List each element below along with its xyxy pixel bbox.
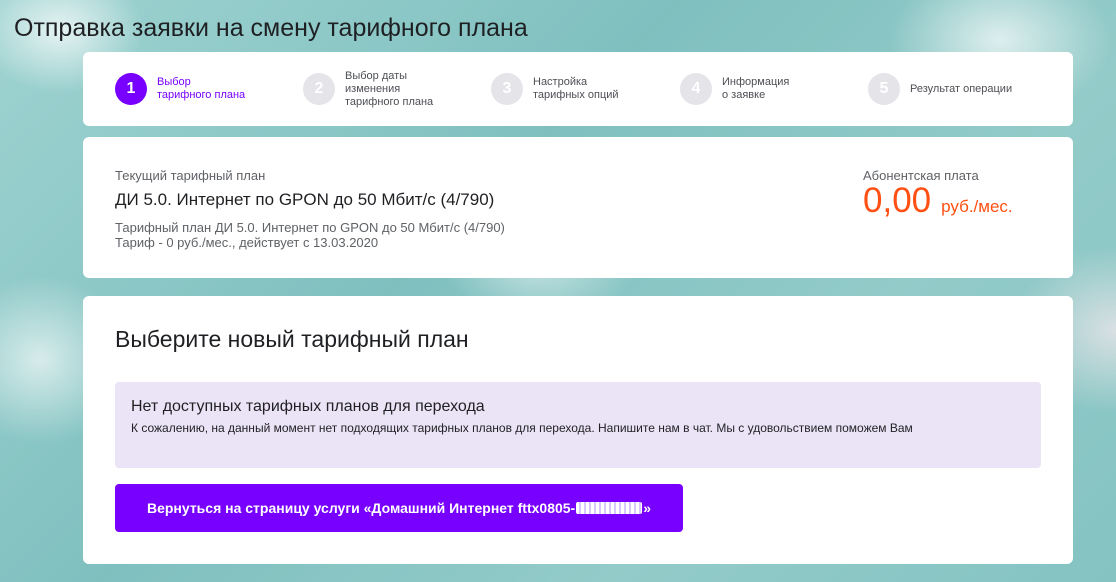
step-number: 3 bbox=[491, 73, 523, 105]
page-title: Отправка заявки на смену тарифного плана bbox=[14, 14, 528, 42]
fee: 0,00 руб./мес. bbox=[863, 181, 1013, 221]
step-number: 5 bbox=[868, 73, 900, 105]
stepper: 1 Выбор тарифного плана 2 Выбор даты изм… bbox=[83, 52, 1073, 126]
step-label: Информация о заявке bbox=[722, 76, 790, 101]
notice-text: К сожалению, на данный момент нет подход… bbox=[131, 421, 913, 435]
step-label: Выбор даты изменения тарифного плана bbox=[345, 69, 434, 108]
no-plans-notice: Нет доступных тарифных планов для перехо… bbox=[115, 382, 1041, 468]
step-4[interactable]: 4 Информация о заявке bbox=[680, 52, 789, 126]
current-plan-description: Тарифный план ДИ 5.0. Интернет по GPON д… bbox=[115, 220, 505, 250]
step-number: 1 bbox=[115, 73, 147, 105]
step-3[interactable]: 3 Настройка тарифных опций bbox=[491, 52, 619, 126]
notice-title: Нет доступных тарифных планов для перехо… bbox=[131, 398, 485, 415]
redacted-account-number bbox=[576, 502, 643, 514]
current-plan-card: Текущий тарифный план ДИ 5.0. Интернет п… bbox=[83, 137, 1073, 278]
back-button-label: Вернуться на страницу услуги «Домашний И… bbox=[146, 500, 576, 516]
step-label: Выбор тарифного плана bbox=[157, 76, 246, 101]
step-label: Результат операции bbox=[910, 82, 1013, 95]
fee-unit: руб./мес. bbox=[941, 197, 1013, 216]
step-label: Настройка тарифных опций bbox=[533, 76, 619, 101]
step-5[interactable]: 5 Результат операции bbox=[868, 52, 1012, 126]
back-to-service-button[interactable]: Вернуться на страницу услуги «Домашний И… bbox=[115, 484, 683, 532]
step-2[interactable]: 2 Выбор даты изменения тарифного плана bbox=[303, 52, 433, 126]
step-1[interactable]: 1 Выбор тарифного плана bbox=[115, 52, 245, 126]
step-number: 2 bbox=[303, 73, 335, 105]
choose-plan-title: Выберите новый тарифный план bbox=[115, 326, 469, 352]
current-plan-caption: Текущий тарифный план bbox=[115, 168, 266, 183]
fee-value: 0,00 bbox=[863, 181, 932, 220]
step-number: 4 bbox=[680, 73, 712, 105]
choose-plan-card: Выберите новый тарифный план Нет доступн… bbox=[83, 296, 1073, 564]
back-button-label-end: » bbox=[643, 500, 652, 516]
current-plan-name: ДИ 5.0. Интернет по GPON до 50 Мбит/с (4… bbox=[115, 190, 495, 209]
